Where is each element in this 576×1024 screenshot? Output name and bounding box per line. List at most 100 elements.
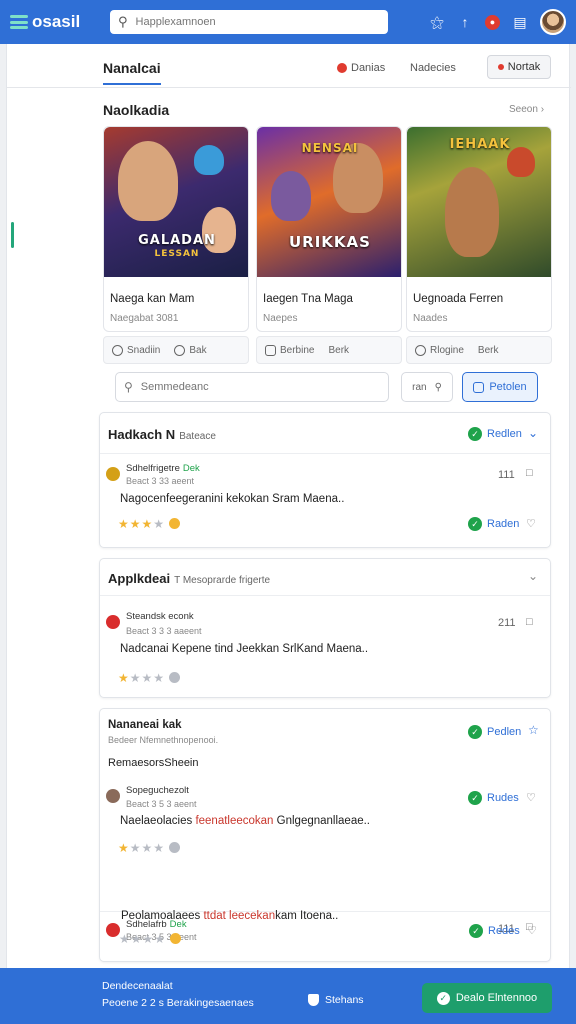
review-text-highlight: feenatleecokan xyxy=(195,815,274,827)
berbine-action[interactable]: Berbine xyxy=(265,344,314,356)
star-icon: ★ xyxy=(141,517,154,531)
game-subtitle: Naades xyxy=(413,313,448,324)
like-icon[interactable]: ♡ xyxy=(527,924,537,937)
featured-heading: Naolkadia xyxy=(103,102,170,118)
card-actions: Rlogine Berk xyxy=(406,336,552,364)
star-icon: ★ xyxy=(142,932,155,946)
footer-title: Dendecenaalat xyxy=(102,980,173,992)
review-meta: Beact 3 5 3 aeent xyxy=(126,799,197,809)
review-item: Steandsk econk Beact 3 3 3 aaeent Nadcan… xyxy=(100,603,550,695)
review-panel: Hadkach N Bateace ✓ Redlen ⌄ Sdhelfrigetr… xyxy=(99,412,551,548)
tab-danias[interactable]: Danias xyxy=(337,62,385,74)
primary-action-button[interactable]: ✓ Dealo Elntennoo xyxy=(422,983,552,1013)
review-text-a: Peolamoalaees xyxy=(121,910,204,922)
star-icon: ★ xyxy=(153,841,166,855)
share-icon[interactable]: ↑ xyxy=(457,14,473,30)
review-item: Sopeguchezolt Beact 3 5 3 aeent Naelaeol… xyxy=(100,777,550,865)
tab-danias-label: Danias xyxy=(351,62,386,74)
review-count: 211 xyxy=(498,617,516,629)
badge-icon xyxy=(169,842,181,853)
snadiin-action[interactable]: Snadiin xyxy=(112,344,160,356)
search-icon: ⚲ xyxy=(118,14,128,29)
reviewer-name: Sdhelfrigetre Dek xyxy=(126,463,200,474)
rating-stars: ★★★★ xyxy=(118,671,181,685)
reviewer-avatar xyxy=(106,615,120,629)
cover-subtitle: NENSAI xyxy=(301,141,359,155)
review-status: ✓ Rudes xyxy=(468,791,519,805)
star-icon: ★ xyxy=(118,517,130,531)
chevron-down-icon[interactable]: ⌄ xyxy=(528,569,538,583)
preview-button[interactable]: Petolen xyxy=(462,372,538,402)
bookmark-icon[interactable]: □ xyxy=(526,467,533,479)
page-title: Nanalcai xyxy=(103,60,161,76)
rating-stars: ★★★★ xyxy=(119,932,182,946)
global-search[interactable]: ⚲ xyxy=(110,10,388,34)
game-card[interactable]: NENSAI URIKKAS Iaegen Tna Maga Naepes xyxy=(256,126,402,332)
preview-button-label: Petolen xyxy=(489,381,527,393)
review-text: Nagocenfeegeranini kekokan Sram Maena.. xyxy=(120,493,345,505)
filter-control[interactable]: ran ⚲ xyxy=(401,372,453,402)
game-card[interactable]: IEHAAK Uegnoada Ferren Naades xyxy=(406,126,552,332)
star-icon: ★ xyxy=(153,671,166,685)
panel-status-label: Redlen xyxy=(487,428,522,440)
star-outline-icon[interactable]: ☆ xyxy=(528,723,539,737)
rating-stars: ★★★★ xyxy=(118,517,181,531)
chart-icon[interactable]: ▤ xyxy=(512,14,528,31)
global-search-input[interactable] xyxy=(135,16,356,28)
review-panel: Applkdeai T Mesoprarde frigerte ⌄ Steands… xyxy=(99,558,551,698)
panel-tag: Bateace xyxy=(179,431,216,442)
user-avatar[interactable] xyxy=(540,9,566,35)
star-icon: ★ xyxy=(130,932,143,946)
rlogine-action[interactable]: Rlogine xyxy=(415,344,464,356)
reviewer-avatar xyxy=(106,923,120,937)
bookmark-icon[interactable]: □ xyxy=(526,616,533,628)
berk-action[interactable]: Berk xyxy=(328,345,349,356)
cover-title: IEHAAK xyxy=(449,137,511,152)
tab-nadecies[interactable]: Nadecies xyxy=(410,62,456,74)
review-search[interactable]: ⚲ xyxy=(115,372,389,402)
review-text: Naelaeolacies feenatleecokan Gnlgegnanll… xyxy=(120,815,370,827)
game-card[interactable]: GALADAN LESSAN Naega kan Mam Naegabat 30… xyxy=(103,126,249,332)
bak-action[interactable]: Bak xyxy=(174,344,207,356)
main-content: Nanalcai Danias Nadecies Nortak Naolkadi… xyxy=(6,44,571,968)
app-logo[interactable]: osasil xyxy=(10,12,102,32)
rating-stars: ★★★★ xyxy=(118,841,181,855)
see-all-link[interactable]: Seeon › xyxy=(509,104,544,115)
footer-status[interactable]: Stehans xyxy=(308,994,364,1006)
check-icon: ✓ xyxy=(468,791,482,805)
berk-action[interactable]: Berk xyxy=(478,345,499,356)
divider xyxy=(100,453,550,454)
search-icon: ⚲ xyxy=(434,381,442,393)
chevron-down-icon[interactable]: ⌄ xyxy=(528,426,538,440)
panel-title: Applkdeai T Mesoprarde frigerte xyxy=(108,571,270,586)
like-icon[interactable]: ♡ xyxy=(526,517,536,530)
logo-icon xyxy=(10,15,28,29)
game-title: Uegnoada Ferren xyxy=(413,293,504,305)
review-status-label: Raden xyxy=(487,518,520,530)
alert-icon[interactable]: ● xyxy=(485,14,500,30)
reviewer-name: Steandsk econk xyxy=(126,611,194,622)
top-actions: ⚝ ↑ ● ▤ xyxy=(429,9,566,35)
review-search-input[interactable] xyxy=(140,381,361,393)
badge-icon xyxy=(170,933,182,944)
cover-title: GALADAN xyxy=(138,233,216,248)
cover-title: URIKKAS xyxy=(289,233,371,251)
lock-icon[interactable]: ⚝ xyxy=(429,14,445,31)
review-item: Sdhelfrigetre Dek Beact 3 33 aeent Nagoce… xyxy=(100,459,550,547)
filter-label: ran xyxy=(412,381,427,393)
notification-dot-icon xyxy=(497,64,504,70)
game-cover-image: GALADAN LESSAN xyxy=(104,127,248,277)
review-status: ✓ Raden xyxy=(468,517,519,531)
rlogine-label: Rlogine xyxy=(430,344,464,356)
review-status-label: Rudes xyxy=(487,792,519,804)
panel-status: ✓ Pedlen xyxy=(468,725,521,739)
nortak-button[interactable]: Nortak xyxy=(487,55,551,79)
berk-label: Berk xyxy=(328,344,350,356)
like-icon[interactable]: ♡ xyxy=(526,791,536,804)
star-icon: ★ xyxy=(141,671,154,685)
review-text-b: kam Itoena.. xyxy=(275,910,339,922)
footer-subtitle: Peoene 2 2 s Berakingesaenaes xyxy=(102,997,254,1009)
sub-nav: Nanalcai Danias Nadecies Nortak xyxy=(7,44,571,88)
check-icon: ✓ xyxy=(469,924,483,938)
review-status: ✓ Redes xyxy=(469,924,520,938)
